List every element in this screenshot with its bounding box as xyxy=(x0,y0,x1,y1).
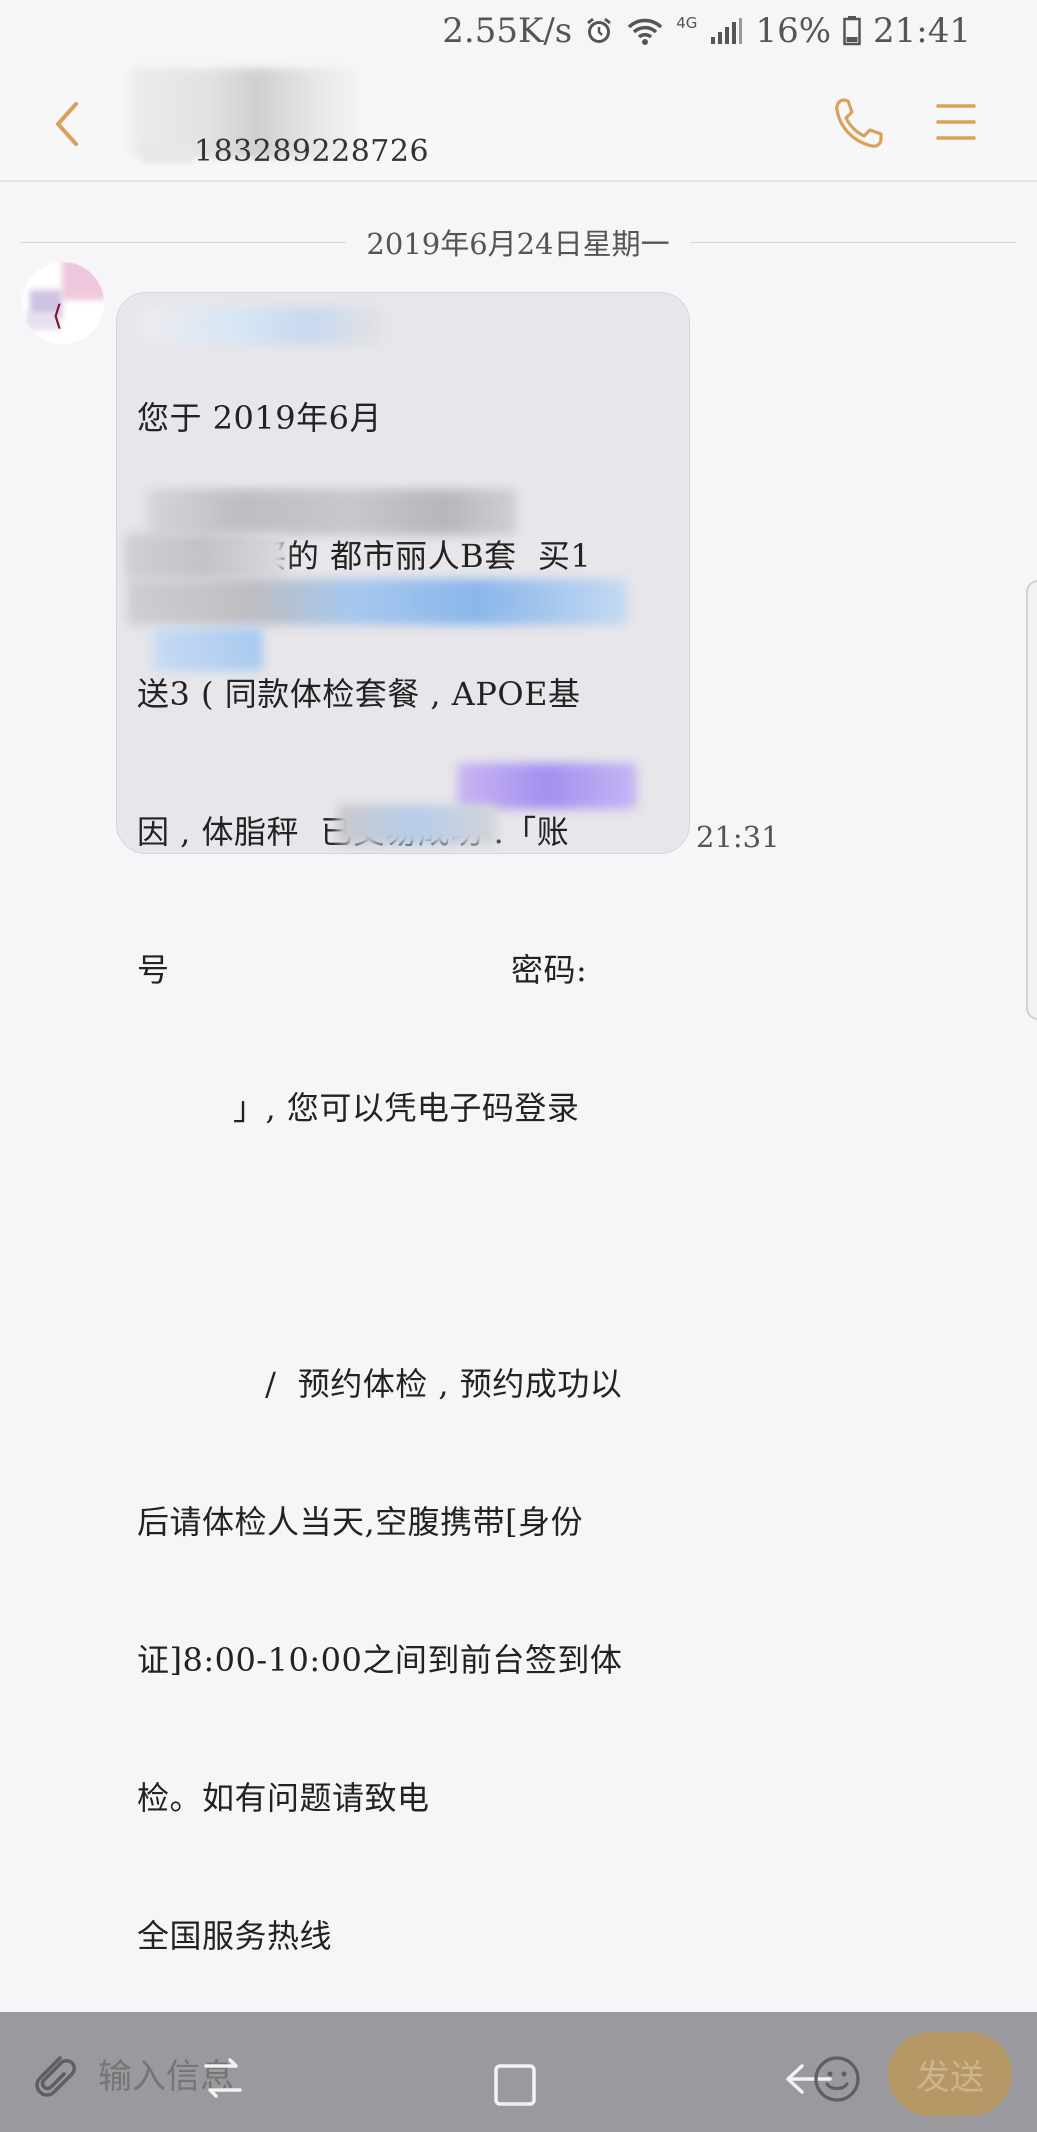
home-square-icon xyxy=(494,2064,536,2106)
avatar-glyph: ⟨ xyxy=(52,299,63,332)
message-input[interactable] xyxy=(96,2048,720,2106)
phone-icon xyxy=(835,98,883,148)
signal-icon xyxy=(709,17,743,45)
message-bubble[interactable]: 您于 2019年6月 24日 购买的 都市丽人B套 买1 送3 ( 同款体检套餐… xyxy=(116,292,690,1955)
send-button[interactable]: 发送 xyxy=(888,2032,1012,2116)
contact-number: 183289228726 xyxy=(142,134,429,169)
emoji-icon xyxy=(814,2056,860,2102)
back-button[interactable] xyxy=(46,98,92,150)
message-line: 您于 2019年6月 xyxy=(137,399,382,437)
emoji-button[interactable] xyxy=(812,2054,862,2104)
number-prefix-redacted xyxy=(142,143,192,163)
call-button[interactable] xyxy=(832,96,884,150)
message-time: 21:31 xyxy=(696,820,780,854)
redacted-phone xyxy=(457,763,637,809)
date-divider: 2019年6月24日星期一 xyxy=(20,222,1016,262)
date-label: 2019年6月24日星期一 xyxy=(366,227,670,261)
redacted-hotline xyxy=(337,805,497,845)
wifi-icon xyxy=(626,16,664,46)
redacted-sender xyxy=(141,307,381,345)
redacted-link xyxy=(153,627,263,671)
message-line: 送3 ( 同款体检套餐 , APOE基 xyxy=(137,675,581,713)
home-button[interactable] xyxy=(492,2062,538,2108)
status-bar: 2.55K/s 4G 16% 21:41 xyxy=(0,0,1037,62)
redacted-link xyxy=(127,579,627,625)
message-line: 检。如有问题请致电 xyxy=(137,1779,430,1817)
avatar[interactable]: ⟨ xyxy=(22,262,104,344)
message-line: 证]8:00-10:00之间到前台签到体 xyxy=(137,1641,623,1679)
network-type: 4G xyxy=(676,14,698,32)
menu-button[interactable] xyxy=(934,100,978,144)
contact-number-text: 183289228726 xyxy=(194,134,430,169)
message-line: 号 密码: xyxy=(137,951,588,989)
avatar-redacted-block xyxy=(62,262,104,300)
divider-line-right xyxy=(689,241,1016,243)
net-speed: 2.55K/s xyxy=(442,11,573,51)
chevron-left-icon xyxy=(56,102,78,146)
redacted-password xyxy=(125,533,285,579)
conversation-header: 183289228726 xyxy=(0,62,1037,182)
redacted-account xyxy=(147,489,517,535)
scroll-handle[interactable] xyxy=(1026,580,1037,1020)
paperclip-icon xyxy=(35,2056,76,2097)
message-line: 全国服务热线 xyxy=(137,1917,333,1955)
battery-percent: 16% xyxy=(755,11,832,51)
alarm-icon xyxy=(584,16,614,46)
recent-apps-button[interactable] xyxy=(196,2056,250,2100)
message-line: 后请体检人当天,空腹携带[身份 xyxy=(137,1503,584,1541)
battery-icon xyxy=(843,16,861,46)
message-line xyxy=(137,1223,677,1269)
recent-apps-icon xyxy=(204,2058,242,2098)
attach-button[interactable] xyxy=(26,2048,80,2102)
menu-icon xyxy=(936,104,976,140)
divider-line-left xyxy=(20,241,347,243)
message-line: / 预约体检 , 预约成功以 xyxy=(137,1365,623,1403)
status-time: 21:41 xyxy=(873,11,971,51)
message-composer: 发送 xyxy=(0,2012,1037,2132)
message-line: 」, 您可以凭电子码登录 xyxy=(137,1089,580,1127)
